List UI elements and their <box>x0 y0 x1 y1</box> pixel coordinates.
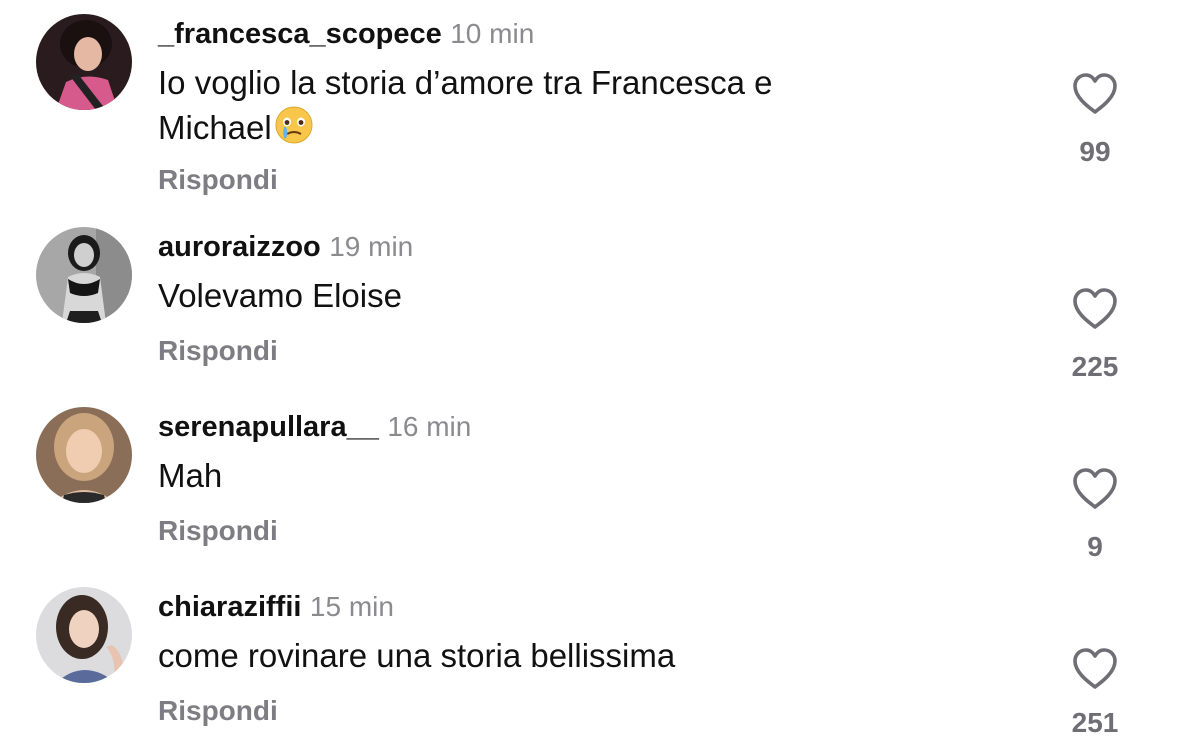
username[interactable]: chiaraziffii <box>158 591 301 623</box>
heart-icon[interactable] <box>1071 647 1119 691</box>
comment-text: Io voglio la storia d’amore tra Francesc… <box>158 61 978 150</box>
like-section: 99 <box>1060 72 1130 168</box>
comment-text: Mah <box>158 457 223 494</box>
timestamp: 15 min <box>309 591 394 622</box>
comment-header: chiaraziffii 15 min <box>158 587 394 627</box>
like-count: 9 <box>1087 531 1103 562</box>
comment-text: Volevamo Eloise <box>158 277 402 314</box>
timestamp: 10 min <box>450 18 535 49</box>
reply-button[interactable]: Rispondi <box>158 515 278 547</box>
avatar-image <box>36 227 132 323</box>
avatar-image <box>36 14 132 110</box>
avatar[interactable] <box>36 14 132 110</box>
reply-button[interactable]: Rispondi <box>158 695 278 727</box>
avatar-image <box>36 587 132 683</box>
like-section: 9 <box>1060 467 1130 563</box>
avatar-image <box>36 407 132 503</box>
reply-button[interactable]: Rispondi <box>158 164 278 196</box>
comment-header: auroraizzoo 19 min <box>158 227 413 267</box>
face-holding-back-tears-icon <box>275 106 313 144</box>
comment-text-line: Io voglio la storia d’amore tra Francesc… <box>158 64 773 101</box>
reply-button[interactable]: Rispondi <box>158 335 278 367</box>
heart-icon[interactable] <box>1071 72 1119 116</box>
comment-text-line: Michael <box>158 109 272 146</box>
like-count: 251 <box>1071 707 1119 738</box>
username[interactable]: auroraizzoo <box>158 231 321 263</box>
avatar[interactable] <box>36 587 132 683</box>
username[interactable]: _francesca_scopece <box>158 18 442 50</box>
comment-header: serenapullara__ 16 min <box>158 407 471 447</box>
comment-text: come rovinare una storia bellissima <box>158 637 676 674</box>
comment-header: _francesca_scopece 10 min <box>158 14 534 54</box>
timestamp: 16 min <box>387 411 472 442</box>
heart-icon[interactable] <box>1071 467 1119 511</box>
avatar[interactable] <box>36 407 132 503</box>
like-count: 225 <box>1071 351 1119 382</box>
timestamp: 19 min <box>329 231 414 262</box>
heart-icon[interactable] <box>1071 287 1119 331</box>
like-count: 99 <box>1079 136 1111 167</box>
like-section: 251 <box>1060 647 1130 739</box>
username[interactable]: serenapullara__ <box>158 411 379 443</box>
avatar[interactable] <box>36 227 132 323</box>
like-section: 225 <box>1060 287 1130 383</box>
